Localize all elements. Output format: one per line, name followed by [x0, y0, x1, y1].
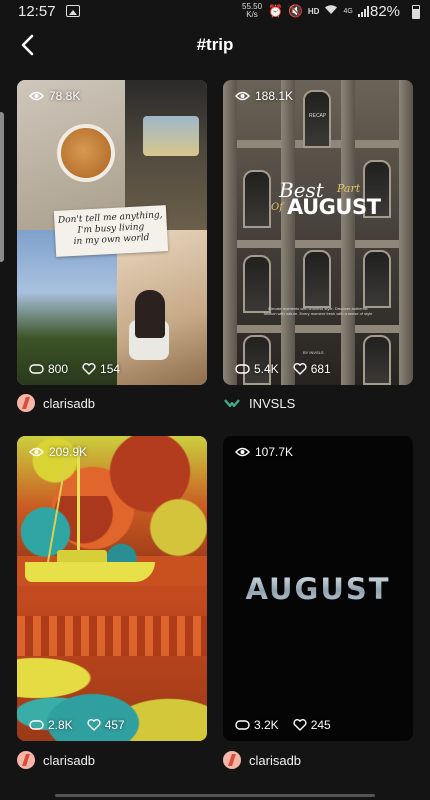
- engagement-stats: 5.4K 681: [235, 362, 331, 376]
- avatar: [17, 751, 35, 769]
- repost-count-value: 3.2K: [254, 718, 279, 732]
- battery-percent: 82%: [370, 3, 401, 20]
- network-speed-unit: K/s: [246, 10, 258, 19]
- avatar: [223, 394, 241, 412]
- view-count: 209.9K: [29, 445, 87, 459]
- heart-icon: [293, 363, 307, 375]
- view-count-value: 209.9K: [49, 445, 88, 459]
- video-card[interactable]: Don't tell me anything, I'm busy living …: [17, 80, 207, 385]
- video-thumbnail: [17, 436, 207, 741]
- overlay-august-title: AUGUST: [223, 572, 413, 606]
- heart-icon: [293, 719, 307, 731]
- repost-count: 800: [29, 362, 68, 376]
- view-count-value: 78.8K: [49, 89, 81, 103]
- like-count-value: 457: [104, 718, 125, 732]
- overlay-brand: BY INVSLS: [303, 350, 324, 355]
- page-header: #trip: [0, 26, 430, 66]
- like-count: 154: [82, 362, 120, 376]
- network-speed: 55.50 K/s: [242, 3, 262, 19]
- view-count: 78.8K: [29, 89, 80, 103]
- author-name: clarisadb: [43, 752, 96, 768]
- alarm-icon: ⏰: [268, 4, 283, 18]
- engagement-stats: 3.2K 245: [235, 718, 331, 732]
- author-row[interactable]: clarisadb: [17, 394, 95, 412]
- video-card[interactable]: AUGUST 107.7K 3.2K 245: [223, 436, 413, 741]
- avatar: [17, 394, 35, 412]
- like-count-value: 154: [100, 362, 121, 376]
- nav-recents-hint[interactable]: [55, 794, 165, 797]
- eye-icon: [235, 447, 250, 457]
- status-icons: ⏰ 🔇 HD 4G: [268, 4, 369, 18]
- like-count: 457: [87, 718, 125, 732]
- edge-panel-handle[interactable]: [0, 112, 4, 262]
- repost-count-value: 2.8K: [48, 718, 73, 732]
- repost-count: 2.8K: [29, 718, 73, 732]
- heart-icon: [82, 363, 96, 375]
- author-name: clarisadb: [43, 395, 96, 411]
- status-time: 12:57: [18, 3, 56, 20]
- battery-icon: [412, 5, 420, 19]
- avatar: [223, 751, 241, 769]
- gallery-notification-icon: [66, 5, 80, 17]
- video-thumbnail: Don't tell me anything, I'm busy living …: [17, 80, 207, 385]
- overlay-fine-print: Elevate moments with timeless style. Dis…: [263, 306, 373, 316]
- status-bar: 12:57 55.50 K/s ⏰ 🔇 HD 4G 82%: [0, 0, 430, 24]
- repost-icon: [235, 720, 250, 730]
- video-card[interactable]: RECAP Best Part Of AUGUST Elevate moment…: [223, 80, 413, 385]
- engagement-stats: 800 154: [29, 362, 120, 376]
- page-title: #trip: [196, 35, 234, 54]
- hd-voice-icon: HD: [307, 6, 320, 16]
- network-type: 4G: [343, 7, 353, 15]
- wifi-icon: [324, 4, 338, 18]
- like-count: 245: [293, 718, 331, 732]
- author-row[interactable]: clarisadb: [223, 751, 301, 769]
- video-thumbnail: AUGUST: [223, 436, 413, 741]
- signal-icon: [357, 5, 369, 17]
- system-nav-bar: [0, 790, 430, 800]
- video-card[interactable]: 209.9K 2.8K 457: [17, 436, 207, 741]
- video-thumbnail: RECAP Best Part Of AUGUST Elevate moment…: [223, 80, 413, 385]
- overlay-recap: RECAP: [309, 113, 327, 119]
- eye-icon: [29, 91, 44, 101]
- overlay-of: Of: [271, 202, 283, 213]
- engagement-stats: 2.8K 457: [29, 718, 125, 732]
- like-count: 681: [293, 362, 331, 376]
- view-count: 107.7K: [235, 445, 293, 459]
- repost-count-value: 800: [48, 362, 69, 376]
- repost-icon: [29, 720, 44, 730]
- like-count-value: 681: [310, 362, 331, 376]
- author-row[interactable]: clarisadb: [17, 751, 95, 769]
- eye-icon: [29, 447, 44, 457]
- heart-icon: [87, 719, 101, 731]
- like-count-value: 245: [310, 718, 331, 732]
- nav-back-hint[interactable]: [265, 794, 375, 797]
- repost-icon: [235, 364, 250, 374]
- overlay-august: AUGUST: [287, 195, 381, 219]
- view-count: 188.1K: [235, 89, 293, 103]
- author-row[interactable]: INVSLS: [223, 394, 295, 412]
- author-name: INVSLS: [249, 395, 296, 411]
- view-count-value: 188.1K: [255, 89, 294, 103]
- mute-icon: 🔇: [287, 4, 303, 18]
- repost-count-value: 5.4K: [254, 362, 279, 376]
- repost-count: 5.4K: [235, 362, 279, 376]
- eye-icon: [235, 91, 250, 101]
- nav-home-hint[interactable]: [160, 794, 270, 797]
- invsls-logo-icon: [224, 399, 240, 408]
- overlay-part: Part: [337, 182, 361, 195]
- thumbnail-caption-note: Don't tell me anything, I'm busy living …: [53, 205, 169, 257]
- repost-icon: [29, 364, 44, 374]
- repost-count: 3.2K: [235, 718, 279, 732]
- author-name: clarisadb: [249, 752, 302, 768]
- view-count-value: 107.7K: [255, 445, 294, 459]
